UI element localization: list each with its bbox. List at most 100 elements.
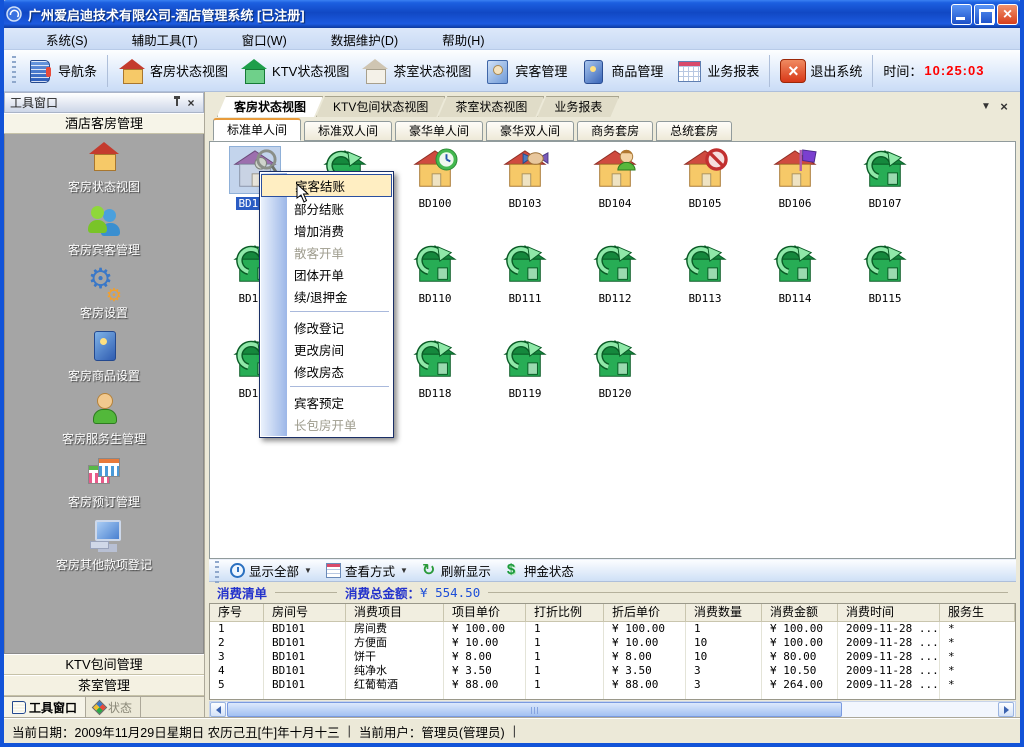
consumption-list-title: 消费清单 — [217, 583, 267, 602]
context-menu-item[interactable]: 宾客预定 — [260, 391, 393, 413]
room-cell[interactable]: BD113 — [660, 240, 750, 335]
tab-ktv-status-view[interactable]: KTV包间状态视图 — [316, 96, 445, 117]
context-menu-item[interactable]: 宾客结账 — [261, 174, 392, 197]
column-header[interactable]: 消费数量 — [686, 604, 762, 621]
menu-bar-item[interactable]: 系统(S) — [12, 28, 98, 50]
group-header-tearoom[interactable]: 茶室管理 — [4, 675, 204, 696]
minimize-button[interactable] — [951, 4, 972, 25]
room-cell[interactable]: BD105 — [660, 145, 750, 240]
room-cell[interactable]: BD110 — [390, 240, 480, 335]
toolbar-button-room-status[interactable]: 客房状态视图 — [112, 55, 234, 87]
column-header[interactable]: 项目单价 — [444, 604, 526, 621]
toolbar-button-goods-mgmt[interactable]: 商品管理 — [573, 55, 669, 87]
context-menu-item[interactable]: 更改房间 — [260, 338, 393, 360]
sidebar-tab-status[interactable]: 状态 — [86, 697, 141, 718]
sidebar-item[interactable]: 客房状态视图 — [5, 140, 203, 203]
tab-presidential-suite[interactable]: 总统套房 — [656, 121, 732, 141]
group-header-ktv[interactable]: KTV包间管理 — [4, 654, 204, 675]
toolbar-button-navbar[interactable]: 导航条 — [20, 55, 103, 87]
column-header[interactable]: 消费时间 — [838, 604, 940, 621]
room-cell[interactable]: BD111 — [480, 240, 570, 335]
toolbar-grip[interactable] — [12, 56, 16, 86]
tab-close-icon[interactable]: × — [996, 99, 1012, 115]
room-cell[interactable]: BD119 — [480, 335, 570, 430]
maximize-button[interactable] — [974, 4, 995, 25]
sidebar-item-icon — [86, 203, 122, 239]
context-menu-item[interactable]: 增加消费 — [260, 219, 393, 241]
sidebar-item[interactable]: 客房设置 — [5, 266, 203, 329]
sidebar-item[interactable]: 客房预订管理 — [5, 455, 203, 518]
context-menu-item[interactable] — [260, 382, 393, 391]
context-menu-item[interactable]: 团体开单 — [260, 263, 393, 285]
tab-business-suite[interactable]: 商务套房 — [577, 121, 653, 141]
room-cell[interactable]: BD112 — [570, 240, 660, 335]
menu-bar-item[interactable]: 帮助(H) — [408, 28, 494, 50]
context-menu-item[interactable]: 修改登记 — [260, 316, 393, 338]
tab-tearoom-status-view[interactable]: 茶室状态视图 — [438, 96, 544, 117]
room-cell[interactable]: BD115 — [840, 240, 930, 335]
tab-business-reports[interactable]: 业务报表 — [537, 96, 619, 117]
menu-bar-item[interactable]: 窗口(W) — [208, 28, 297, 50]
table-row[interactable]: 3 BD101 饼干 ¥ 8.00 1 ¥ 8.00 10 ¥ 80.00 20… — [210, 650, 1015, 664]
table-row[interactable]: 2 BD101 方便面 ¥ 10.00 1 ¥ 10.00 10 ¥ 100.0… — [210, 636, 1015, 650]
toolbar-button-reports[interactable]: 业务报表 — [669, 55, 765, 87]
sidebar-item[interactable]: 客房服务生管理 — [5, 392, 203, 455]
context-menu-item[interactable]: 修改房态 — [260, 360, 393, 382]
column-header[interactable]: 打折比例 — [526, 604, 604, 621]
room-cell[interactable]: BD114 — [750, 240, 840, 335]
table-row[interactable]: 4 BD101 纯净水 ¥ 3.50 1 ¥ 3.50 3 ¥ 10.50 20… — [210, 664, 1015, 678]
column-header[interactable]: 服务生 — [940, 604, 1015, 621]
context-menu-item[interactable]: 部分结账 — [260, 197, 393, 219]
tab-deluxe-double[interactable]: 豪华双人间 — [486, 121, 574, 141]
panel-close-icon[interactable]: × — [184, 96, 198, 110]
context-menu-item[interactable] — [260, 307, 393, 316]
toolbar-button-exit[interactable]: 退出系统 — [774, 56, 868, 86]
toolbar-separator — [107, 55, 108, 87]
room-list-toolbar: 显示全部 ▼ 查看方式 ▼ 刷新显示 押金状态 — [209, 559, 1016, 582]
sidebar-item[interactable]: 客房商品设置 — [5, 329, 203, 392]
view-mode-button[interactable]: 查看方式 ▼ — [319, 561, 415, 580]
column-header[interactable]: 折后单价 — [604, 604, 686, 621]
table-row[interactable]: 1 BD101 房间费 ¥ 100.00 1 ¥ 100.00 1 ¥ 100.… — [210, 622, 1015, 636]
close-button[interactable] — [997, 4, 1018, 25]
room-cell[interactable]: BD100 — [390, 145, 480, 240]
tab-list-dropdown-icon[interactable]: ▼ — [978, 99, 994, 115]
scroll-left-arrow[interactable] — [210, 702, 226, 717]
room-cell[interactable]: BD106 — [750, 145, 840, 240]
pin-icon[interactable] — [170, 95, 184, 110]
main-area: 客房状态视图 KTV包间状态视图 茶室状态视图 业务报表 ▼ × 标准单人间 标… — [205, 92, 1020, 718]
context-menu-item[interactable]: 长包房开单 — [260, 413, 393, 435]
column-header[interactable]: 房间号 — [264, 604, 346, 621]
room-cell[interactable]: BD103 — [480, 145, 570, 240]
refresh-button[interactable]: 刷新显示 — [415, 561, 498, 580]
sidebar-item[interactable]: 客房宾客管理 — [5, 203, 203, 266]
tab-standard-double[interactable]: 标准双人间 — [304, 121, 392, 141]
tab-standard-single[interactable]: 标准单人间 — [213, 118, 301, 141]
room-status-icon — [590, 337, 640, 383]
sidebar-tab-tool-window[interactable]: 工具窗口 — [4, 697, 86, 718]
room-cell[interactable]: BD104 — [570, 145, 660, 240]
group-header-hotel-rooms[interactable]: 酒店客房管理 — [4, 113, 204, 134]
column-header[interactable]: 消费金额 — [762, 604, 838, 621]
context-menu-item[interactable]: 续/退押金 — [260, 285, 393, 307]
deposit-status-button[interactable]: 押金状态 — [498, 561, 581, 580]
toolbar-button-tearoom-status[interactable]: 茶室状态视图 — [355, 55, 477, 87]
context-menu-item[interactable]: 散客开单 — [260, 241, 393, 263]
column-header[interactable]: 序号 — [210, 604, 264, 621]
room-cell[interactable]: BD120 — [570, 335, 660, 430]
toolbar-button-ktv-status[interactable]: KTV状态视图 — [234, 55, 355, 87]
sidebar-item[interactable]: 客房其他款项登记 — [5, 518, 203, 581]
table-row[interactable]: 5 BD101 红葡萄酒 ¥ 88.00 1 ¥ 88.00 3 ¥ 264.0… — [210, 678, 1015, 692]
tab-room-status-view[interactable]: 客房状态视图 — [217, 96, 323, 117]
show-all-button[interactable]: 显示全部 ▼ — [223, 561, 319, 580]
toolbar-grip[interactable] — [215, 556, 219, 586]
scroll-right-arrow[interactable] — [998, 702, 1014, 717]
toolbar-button-guest-mgmt[interactable]: 宾客管理 — [477, 55, 573, 87]
tab-deluxe-single[interactable]: 豪华单人间 — [395, 121, 483, 141]
menu-bar-item[interactable]: 辅助工具(T) — [98, 28, 208, 50]
menu-bar-item[interactable]: 数据维护(D) — [297, 28, 408, 50]
room-cell[interactable]: BD107 — [840, 145, 930, 240]
scrollbar-thumb[interactable] — [227, 702, 842, 717]
column-header[interactable]: 消费项目 — [346, 604, 444, 621]
room-cell[interactable]: BD118 — [390, 335, 480, 430]
